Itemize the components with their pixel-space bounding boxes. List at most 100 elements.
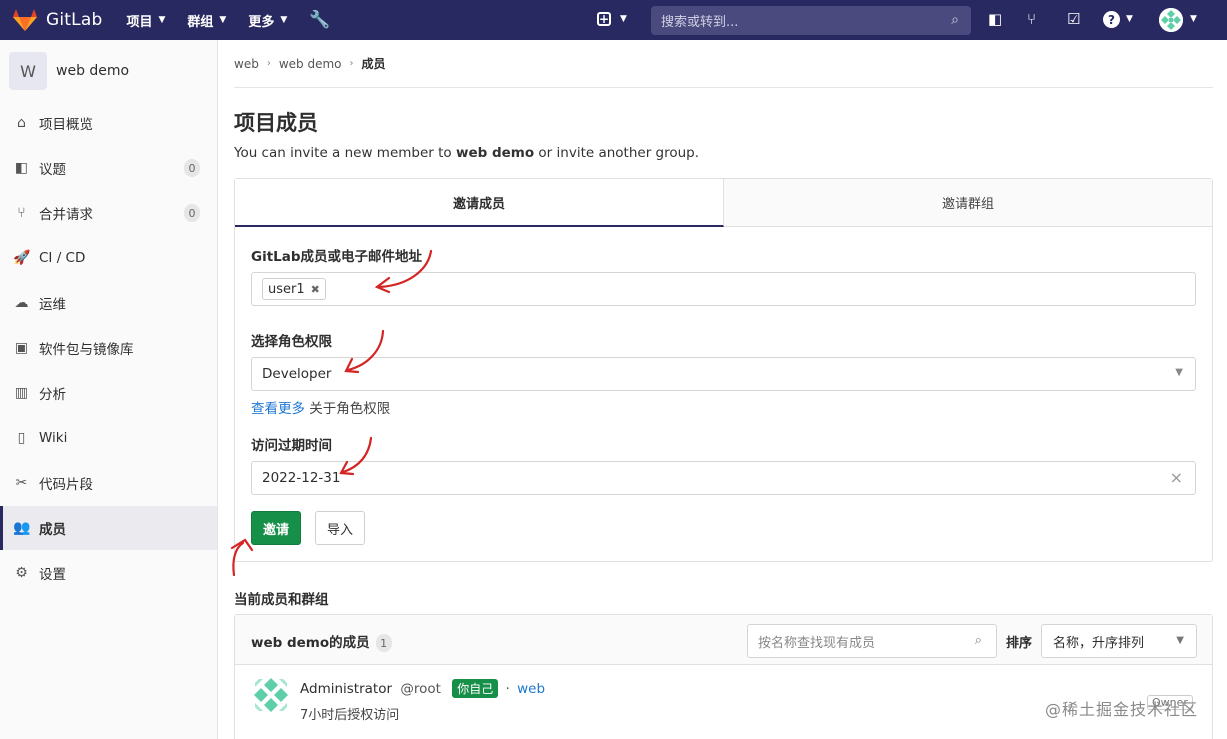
help-icon[interactable]: ?: [1103, 11, 1120, 28]
sidebar-item-8[interactable]: ✂ 代码片段: [0, 461, 217, 505]
nav-projects-menu[interactable]: 项目 ▼: [126, 11, 165, 30]
tab-invite-group[interactable]: 邀请群组: [724, 179, 1212, 227]
members-search-placeholder: 按名称查找现有成员: [758, 635, 876, 651]
sidebar-item-0[interactable]: ⌂ 项目概览: [0, 101, 217, 145]
members-panel-header: web demo的成员 1 按名称查找现有成员 ⌕ 排序 名称，升序排列 ▼: [235, 615, 1212, 665]
new-item-plus-icon[interactable]: +: [597, 12, 611, 26]
package-icon: ▣: [14, 340, 29, 356]
you-badge: 你自己: [452, 679, 499, 698]
sidebar-item-2[interactable]: ⑂ 合并请求 0: [0, 191, 217, 235]
member-granted-text: 7小时后授权访问: [300, 708, 400, 723]
breadcrumb-web-demo[interactable]: web demo: [279, 57, 342, 71]
chevron-down-icon[interactable]: ▼: [1126, 14, 1133, 24]
members-header-title: web demo的成员 1: [251, 631, 392, 652]
members-panel: web demo的成员 1 按名称查找现有成员 ⌕ 排序 名称，升序排列 ▼ A…: [234, 614, 1213, 739]
member-avatar[interactable]: [251, 675, 291, 715]
import-button[interactable]: 导入: [315, 511, 365, 545]
chevron-right-icon: ›: [266, 58, 271, 69]
invite-button[interactable]: 邀请: [251, 511, 301, 545]
todos-nav-icon[interactable]: ☑: [1067, 10, 1080, 28]
chevron-down-icon[interactable]: ▼: [620, 14, 627, 24]
tab-invite-member[interactable]: 邀请成员: [235, 179, 724, 227]
project-avatar: W: [9, 52, 47, 90]
sort-value: 名称，升序排列: [1053, 635, 1145, 651]
chevron-down-icon: ▼: [280, 15, 288, 25]
search-icon: ⌕: [951, 12, 959, 28]
separator-dot: ·: [505, 681, 510, 697]
expire-date-value: 2022-12-31: [262, 470, 341, 486]
desc-prefix: You can invite a new member to: [234, 145, 456, 161]
role-select-value: Developer: [262, 366, 332, 382]
sidebar-item-label: 议题: [39, 162, 66, 178]
chevron-down-icon: ▼: [219, 15, 227, 25]
member-token: user1 ✖: [262, 278, 326, 300]
chevron-down-icon[interactable]: ▼: [1190, 14, 1197, 24]
sidebar-item-label: 项目概览: [39, 117, 93, 133]
member-name[interactable]: Administrator: [300, 681, 392, 697]
remove-token-icon[interactable]: ✖: [311, 283, 320, 296]
rocket-icon: 🚀: [13, 250, 31, 266]
main-content: web › web demo › 成员 项目成员 You can invite …: [234, 40, 1213, 739]
member-name-line: Administrator @root 你自己 · web: [300, 679, 545, 698]
merge-request-icon: ⑂: [17, 205, 26, 221]
gitlab-logo[interactable]: GitLab: [12, 8, 102, 32]
clear-date-icon[interactable]: ×: [1170, 468, 1183, 487]
role-select[interactable]: Developer ▼: [251, 357, 1196, 391]
invite-tabs: 邀请成员 邀请群组: [235, 179, 1212, 227]
sidebar-item-label: 代码片段: [39, 477, 93, 493]
cloud-icon: ☁: [14, 295, 29, 311]
role-field-label: 选择角色权限: [251, 334, 332, 350]
members-header-label: web demo的成员: [251, 635, 370, 651]
sidebar-item-label: 软件包与镜像库: [39, 342, 134, 358]
role-help-link[interactable]: 查看更多: [251, 401, 305, 417]
nav-groups-menu[interactable]: 群组 ▼: [187, 11, 226, 30]
breadcrumb-web[interactable]: web: [234, 57, 259, 71]
sidebar-item-label: 设置: [39, 567, 66, 583]
sidebar-item-label: Wiki: [39, 430, 68, 446]
merge-requests-nav-icon[interactable]: ⑂: [1027, 10, 1036, 28]
invite-card: 邀请成员 邀请群组 GitLab成员或电子邮件地址 user1 ✖ 选择角色权限…: [234, 178, 1213, 562]
sort-dropdown[interactable]: 名称，升序排列 ▼: [1041, 624, 1197, 658]
members-search-input[interactable]: 按名称查找现有成员 ⌕: [747, 624, 997, 658]
sidebar-item-1[interactable]: ◧ 议题 0: [0, 146, 217, 190]
member-search-input[interactable]: user1 ✖: [251, 272, 1196, 306]
count-badge: 0: [184, 204, 200, 222]
sidebar-item-3[interactable]: 🚀 CI / CD: [0, 236, 217, 280]
issues-icon: ◧: [14, 160, 29, 176]
watermark: @稀土掘金技术社区: [1045, 700, 1199, 719]
page-description: You can invite a new member to web demo …: [234, 145, 699, 161]
breadcrumb: web › web demo › 成员: [234, 40, 1213, 88]
breadcrumb-current[interactable]: 成员: [362, 55, 386, 72]
sidebar-item-4[interactable]: ☁ 运维: [0, 281, 217, 325]
count-badge: 0: [184, 159, 200, 177]
chevron-down-icon: ▼: [158, 15, 166, 25]
member-group-link[interactable]: web: [517, 681, 545, 697]
sidebar-item-10[interactable]: ⚙ 设置: [0, 551, 217, 595]
user-avatar[interactable]: [1159, 8, 1183, 32]
nav-more-label: 更多: [248, 14, 275, 30]
sidebar-item-6[interactable]: ▥ 分析: [0, 371, 217, 415]
expire-date-input[interactable]: 2022-12-31 ×: [251, 461, 1196, 495]
project-name: web demo: [56, 63, 130, 79]
member-handle: @root: [400, 681, 441, 697]
chevron-down-icon: ▼: [1176, 635, 1184, 646]
global-search-input[interactable]: 搜索或转到... ⌕: [651, 6, 971, 35]
sidebar-item-7[interactable]: ▯ Wiki: [0, 416, 217, 460]
gear-icon: ⚙: [15, 565, 28, 581]
book-icon: ▯: [17, 430, 26, 446]
admin-wrench-icon[interactable]: 🔧: [309, 10, 330, 30]
member-token-label: user1: [268, 281, 305, 297]
member-field-label: GitLab成员或电子邮件地址: [251, 249, 423, 265]
sidebar-item-9[interactable]: 👥 成员: [0, 506, 217, 550]
desc-suffix: or invite another group.: [534, 145, 700, 161]
issues-nav-icon[interactable]: ◧: [988, 10, 1002, 28]
nav-more-menu[interactable]: 更多 ▼: [248, 11, 287, 30]
users-icon: 👥: [13, 520, 31, 536]
role-help-text: 查看更多 关于角色权限: [251, 397, 390, 417]
gitlab-tanuki-icon: [13, 9, 37, 31]
identicon-icon: [1159, 8, 1183, 32]
sidebar-item-5[interactable]: ▣ 软件包与镜像库: [0, 326, 217, 370]
sidebar-item-label: 运维: [39, 297, 66, 313]
members-section-title: 当前成员和群组: [234, 592, 329, 608]
sidebar-project-header[interactable]: W web demo: [0, 40, 217, 102]
